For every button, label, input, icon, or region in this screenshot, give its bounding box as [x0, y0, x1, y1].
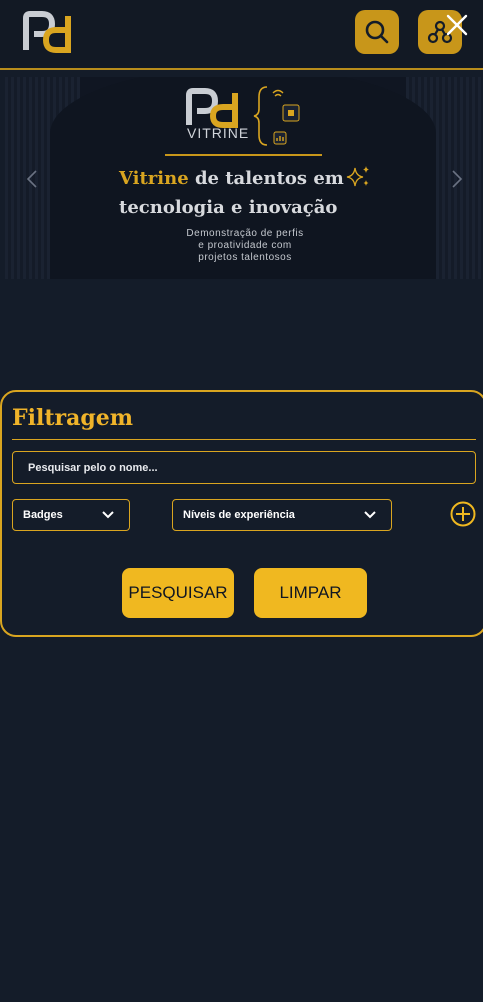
filter-panel: Filtragem Badges Níveis de experiência P… — [0, 390, 483, 637]
banner-subtitle: Demonstração de perfis e proatividade co… — [165, 228, 325, 264]
experience-level-select[interactable]: Níveis de experiência — [172, 499, 392, 531]
tech-icons-decoration — [253, 86, 300, 146]
filter-title: Filtragem — [12, 405, 133, 431]
chevron-down-icon — [364, 511, 376, 519]
close-icon[interactable] — [444, 12, 470, 38]
plus-circle-icon[interactable] — [450, 501, 476, 527]
chevron-right-icon[interactable] — [450, 169, 464, 189]
banner-subtitle-line: projetos talentosos — [198, 252, 292, 263]
top-header — [0, 0, 483, 70]
sparkle-icon — [346, 166, 369, 187]
search-submit-button[interactable]: PESQUISAR — [122, 568, 234, 618]
search-button[interactable] — [355, 10, 399, 54]
clear-button[interactable]: LIMPAR — [254, 568, 367, 618]
search-icon — [365, 20, 389, 44]
banner-headline-accent: Vitrine — [119, 168, 189, 189]
chevron-left-icon[interactable] — [25, 169, 39, 189]
pd-logo-icon[interactable] — [22, 10, 76, 54]
experience-level-label: Níveis de experiência — [183, 509, 295, 521]
banner-headline: Vitrine de talentos em tecnologia e inov… — [119, 164, 359, 222]
name-search-input[interactable] — [12, 451, 476, 484]
badges-select-label: Badges — [23, 509, 63, 521]
banner-subtitle-line: Demonstração de perfis — [186, 228, 304, 239]
banner-subtitle-line: e proatividade com — [198, 240, 292, 251]
banner-carousel: VITRINE Vitrine de talentos em tecnologi… — [5, 77, 481, 279]
banner-brand: VITRINE — [187, 125, 250, 141]
banner-divider — [165, 154, 322, 156]
badges-select[interactable]: Badges — [12, 499, 130, 531]
chevron-down-icon — [102, 511, 114, 519]
filter-divider — [12, 439, 476, 440]
